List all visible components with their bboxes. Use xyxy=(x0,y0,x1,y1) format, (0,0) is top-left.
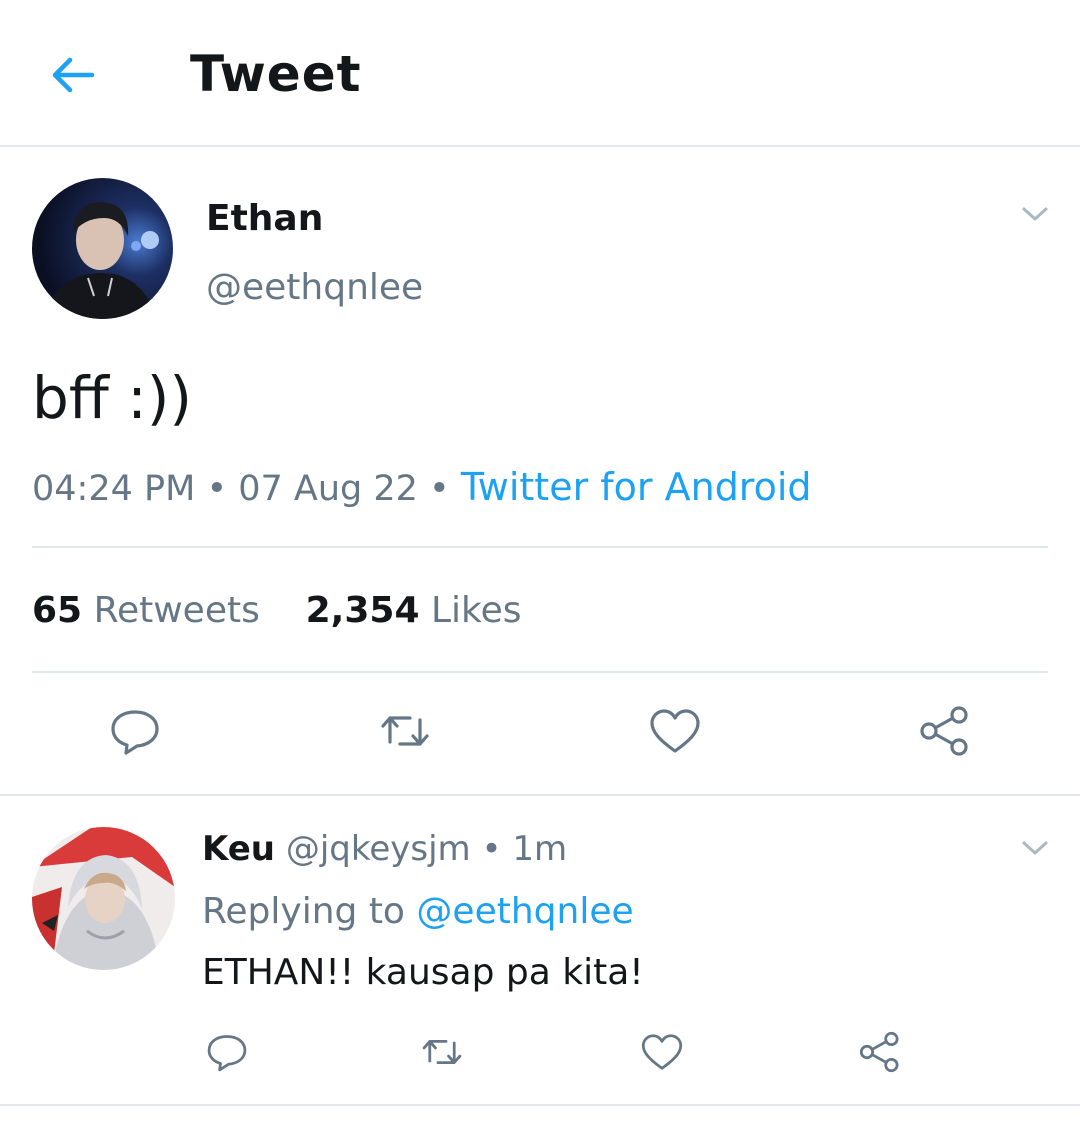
retweet-icon[interactable] xyxy=(420,1030,464,1074)
retweet-icon[interactable] xyxy=(378,704,432,758)
tweet-source-link[interactable]: Twitter for Android xyxy=(461,465,812,509)
reply-icon[interactable] xyxy=(205,1030,249,1074)
arrow-left-icon[interactable] xyxy=(48,50,98,100)
tweet-date: 07 Aug 22 xyxy=(238,469,418,509)
share-icon[interactable] xyxy=(918,704,972,758)
divider xyxy=(32,671,1048,673)
tweet-time: 04:24 PM xyxy=(32,469,196,509)
divider xyxy=(0,1104,1080,1106)
chevron-down-icon[interactable] xyxy=(1020,204,1050,224)
page-title: Tweet xyxy=(190,45,362,103)
chevron-down-icon[interactable] xyxy=(1020,838,1050,858)
author-handle[interactable]: @eethqnlee xyxy=(206,265,423,311)
reply-author-handle[interactable]: @jqkeysjm xyxy=(286,829,471,869)
top-bar xyxy=(0,0,1080,147)
likes-stat[interactable]: 2,354 Likes xyxy=(306,590,522,631)
reply-author-name[interactable]: Keu xyxy=(202,829,275,869)
separator: • xyxy=(206,469,228,509)
likes-label: Likes xyxy=(430,590,522,631)
retweets-count: 65 xyxy=(32,590,83,631)
share-icon[interactable] xyxy=(858,1030,902,1074)
divider xyxy=(32,546,1048,548)
retweets-stat[interactable]: 65 Retweets xyxy=(32,590,260,631)
reply-text: ETHAN!! kausap pa kita! xyxy=(202,952,644,993)
separator: • xyxy=(429,469,450,509)
tweet-text: bff :)) xyxy=(32,364,193,432)
avatar[interactable] xyxy=(32,827,175,970)
tweet-meta: 04:24 PM • 07 Aug 22 • Twitter for Andro… xyxy=(32,464,812,512)
heart-icon[interactable] xyxy=(640,1030,684,1074)
separator: • xyxy=(481,829,502,869)
replying-to: Replying to @eethqnlee xyxy=(202,889,634,935)
retweets-label: Retweets xyxy=(93,590,260,631)
author-name[interactable]: Ethan xyxy=(206,196,323,242)
replying-to-mention[interactable]: @eethqnlee xyxy=(416,891,633,932)
reply-time: 1m xyxy=(512,829,568,869)
replying-to-label: Replying to xyxy=(202,891,405,932)
divider xyxy=(0,794,1080,796)
avatar[interactable] xyxy=(32,178,173,319)
heart-icon[interactable] xyxy=(648,704,702,758)
tweet-stats: 65 Retweets 2,354 Likes xyxy=(32,588,521,634)
reply-header: Keu @jqkeysjm • 1m xyxy=(202,827,567,871)
reply-icon[interactable] xyxy=(108,704,162,758)
likes-count: 2,354 xyxy=(305,590,420,631)
